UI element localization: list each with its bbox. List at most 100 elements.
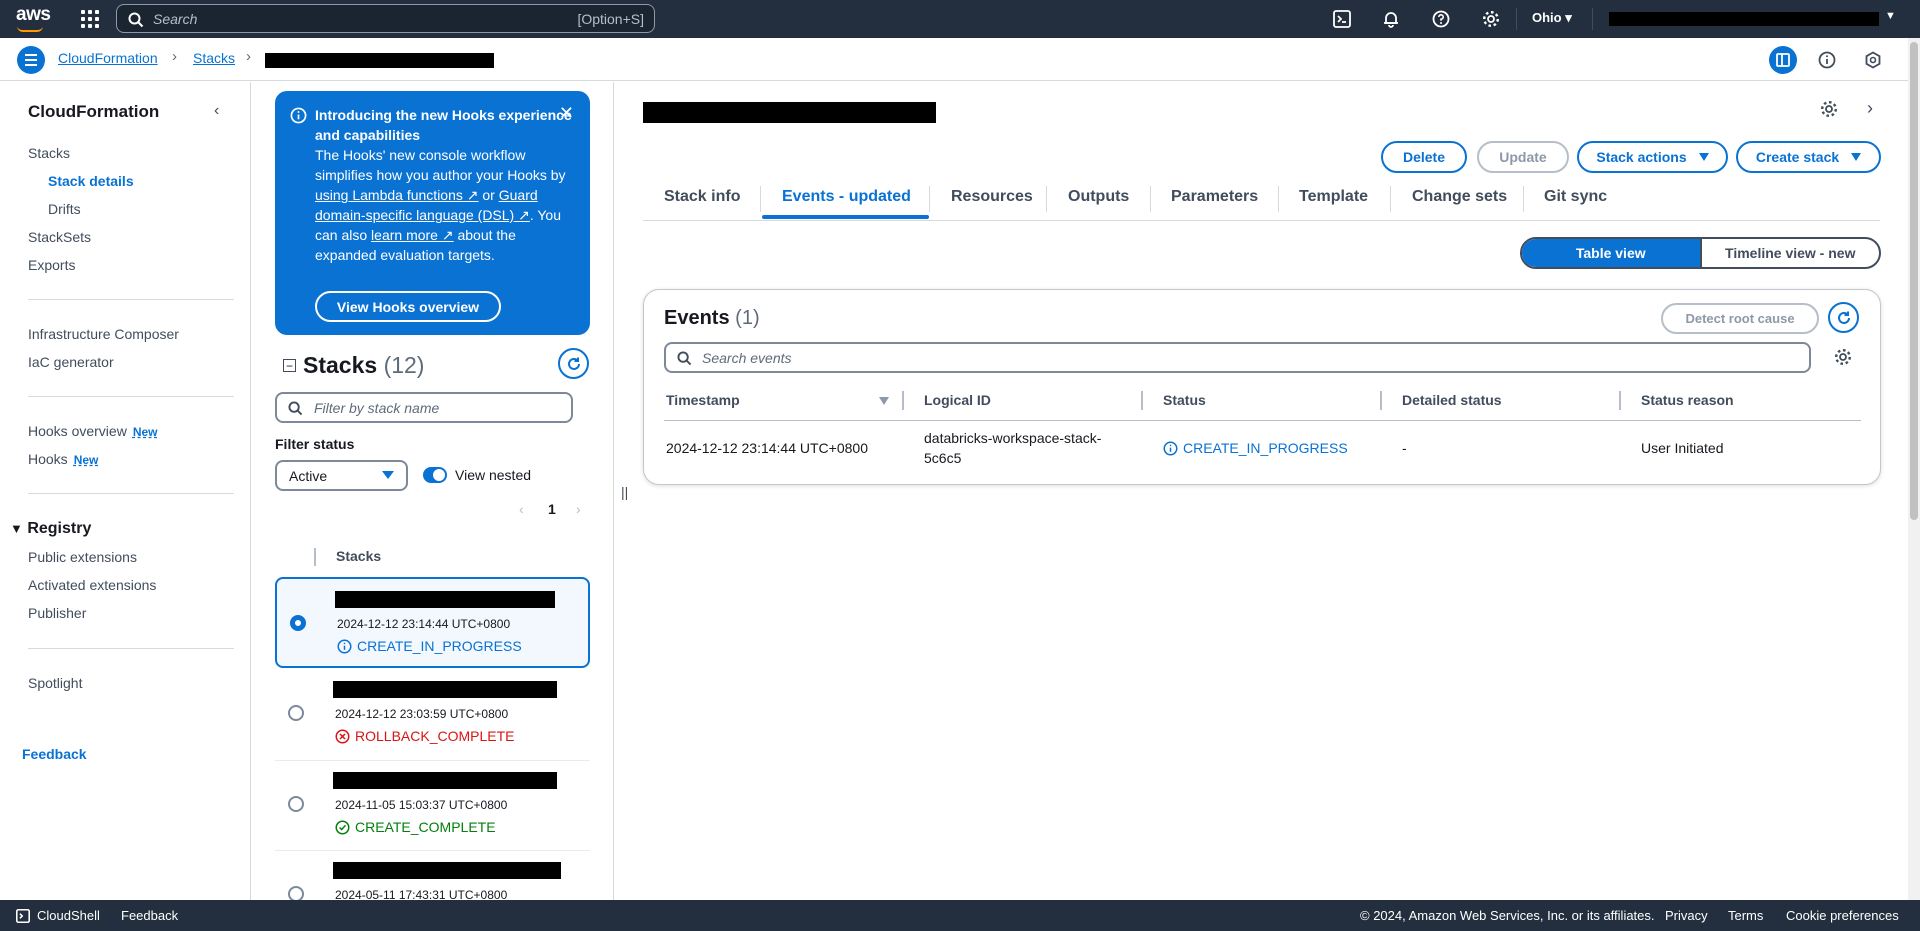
prev-page-icon[interactable]: ‹ xyxy=(519,501,524,517)
stack-row[interactable]: 2024-05-11 17:43:31 UTC+0800 xyxy=(275,851,590,900)
tab-events[interactable]: Events - updated xyxy=(782,188,911,206)
update-button[interactable]: Update xyxy=(1477,141,1569,173)
chevron-right-icon: › xyxy=(172,48,177,65)
stack-name-redacted xyxy=(333,772,557,789)
hamburger-menu-icon[interactable] xyxy=(17,46,45,74)
collapse-stacks-icon[interactable]: − xyxy=(283,359,296,372)
nav-section-registry[interactable]: ▼ Registry xyxy=(10,520,91,538)
view-nested-toggle[interactable] xyxy=(423,467,447,483)
breadcrumb-cloudformation[interactable]: CloudFormation xyxy=(58,50,158,66)
hexagon-assistant-icon[interactable] xyxy=(1861,48,1885,72)
nav-item-iac-generator[interactable]: IaC generator xyxy=(28,354,114,370)
footer-cloudshell[interactable]: CloudShell xyxy=(37,908,100,923)
nav-item-activated-extensions[interactable]: Activated extensions xyxy=(28,577,156,593)
tab-git-sync[interactable]: Git sync xyxy=(1544,188,1607,206)
flash-title: Introducing the new Hooks experience and… xyxy=(315,107,572,143)
next-page-icon[interactable]: › xyxy=(576,501,581,517)
column-header-status-reason[interactable]: Status reason xyxy=(1641,392,1734,408)
account-menu-redacted[interactable] xyxy=(1609,12,1879,26)
nav-item-hooks[interactable]: Hooks New xyxy=(28,451,98,467)
footer-feedback[interactable]: Feedback xyxy=(121,908,178,923)
aws-logo[interactable]: aws xyxy=(16,4,51,32)
nav-item-stacksets[interactable]: StackSets xyxy=(28,229,91,245)
table-view-button[interactable]: Table view xyxy=(1522,239,1702,267)
event-detailed-status: - xyxy=(1402,440,1407,456)
help-icon[interactable] xyxy=(1430,8,1452,30)
active-tab-indicator xyxy=(762,215,929,219)
table-settings-gear-icon[interactable] xyxy=(1834,348,1852,369)
feedback-link[interactable]: Feedback xyxy=(22,746,87,762)
account-caret-icon[interactable]: ▼ xyxy=(1885,10,1896,22)
global-search-input[interactable]: Search [Option+S] xyxy=(116,4,655,33)
cloudshell-icon[interactable] xyxy=(1331,8,1353,30)
filter-status-select[interactable]: Active xyxy=(275,460,408,491)
nav-item-spotlight[interactable]: Spotlight xyxy=(28,675,82,691)
split-panel-icon[interactable] xyxy=(1769,46,1797,74)
delete-button[interactable]: Delete xyxy=(1381,141,1467,173)
stack-radio[interactable] xyxy=(288,796,304,812)
nav-item-exports[interactable]: Exports xyxy=(28,257,75,273)
footer-privacy[interactable]: Privacy xyxy=(1665,908,1708,923)
tab-parameters[interactable]: Parameters xyxy=(1171,188,1258,206)
stack-actions-button[interactable]: Stack actions xyxy=(1577,141,1728,173)
stack-row[interactable]: 2024-12-12 23:14:44 UTC+0800 CREATE_IN_P… xyxy=(275,577,590,668)
page-number[interactable]: 1 xyxy=(548,501,556,517)
stack-filter-input[interactable]: Filter by stack name xyxy=(275,392,573,423)
stack-name-redacted xyxy=(335,591,555,608)
settings-gear-icon[interactable] xyxy=(1480,8,1502,30)
new-badge: New xyxy=(73,453,99,467)
breadcrumb-stacks[interactable]: Stacks xyxy=(193,50,235,66)
tab-resources[interactable]: Resources xyxy=(951,188,1033,206)
stack-status: CREATE_IN_PROGRESS xyxy=(337,638,522,654)
nav-item-infrastructure-composer[interactable]: Infrastructure Composer xyxy=(28,326,179,342)
sort-descending-icon[interactable] xyxy=(879,397,889,405)
collapse-nav-icon[interactable]: ‹ xyxy=(214,102,219,120)
settings-gear-icon[interactable] xyxy=(1820,100,1838,121)
services-grid-icon[interactable] xyxy=(81,10,99,28)
nav-divider xyxy=(28,396,234,397)
tab-stack-info[interactable]: Stack info xyxy=(664,188,740,206)
view-hooks-overview-button[interactable]: View Hooks overview xyxy=(315,291,501,322)
column-header-timestamp[interactable]: Timestamp xyxy=(666,392,740,408)
nav-item-public-extensions[interactable]: Public extensions xyxy=(28,549,137,565)
stack-radio[interactable] xyxy=(290,615,306,631)
stack-row[interactable]: 2024-11-05 15:03:37 UTC+0800 CREATE_COMP… xyxy=(275,761,590,852)
close-icon[interactable]: ✕ xyxy=(559,103,574,123)
tab-template[interactable]: Template xyxy=(1299,188,1368,206)
nav-item-drifts[interactable]: Drifts xyxy=(48,201,81,217)
refresh-stacks-button[interactable] xyxy=(558,348,589,379)
timeline-view-button[interactable]: Timeline view - new xyxy=(1702,239,1880,267)
chevron-right-icon[interactable]: › xyxy=(1867,98,1873,119)
nav-item-stack-details[interactable]: Stack details xyxy=(48,173,134,189)
nav-item-hooks-overview[interactable]: Hooks overview New xyxy=(28,423,158,439)
stack-status: ROLLBACK_COMPLETE xyxy=(335,728,515,744)
tab-change-sets[interactable]: Change sets xyxy=(1412,188,1507,206)
nav-item-stacks[interactable]: Stacks xyxy=(28,145,70,161)
column-header-detailed-status[interactable]: Detailed status xyxy=(1402,392,1502,408)
info-panel-icon[interactable] xyxy=(1815,48,1839,72)
info-icon xyxy=(290,107,307,124)
detect-root-cause-button[interactable]: Detect root cause xyxy=(1661,303,1819,334)
region-selector[interactable]: Ohio ▾ xyxy=(1532,10,1572,26)
events-search-input[interactable]: Search events xyxy=(664,342,1811,373)
column-header-logical-id[interactable]: Logical ID xyxy=(924,392,991,408)
page-scrollbar[interactable] xyxy=(1908,38,1920,900)
nav-item-publisher[interactable]: Publisher xyxy=(28,605,86,621)
bell-icon[interactable] xyxy=(1380,8,1402,30)
cloudshell-icon[interactable] xyxy=(16,909,30,926)
refresh-icon xyxy=(567,357,580,370)
learn-more-link[interactable]: learn more ↗ xyxy=(371,227,454,243)
stack-radio[interactable] xyxy=(288,886,304,900)
panel-resize-handle-icon[interactable]: || xyxy=(621,484,628,500)
create-stack-button[interactable]: Create stack xyxy=(1736,141,1881,173)
lambda-link[interactable]: using Lambda functions ↗ xyxy=(315,187,479,203)
refresh-events-button[interactable] xyxy=(1828,302,1859,333)
column-header-status[interactable]: Status xyxy=(1163,392,1206,408)
stack-radio[interactable] xyxy=(288,705,304,721)
stack-row[interactable]: 2024-12-12 23:03:59 UTC+0800 ROLLBACK_CO… xyxy=(275,670,590,761)
nav-title[interactable]: CloudFormation xyxy=(28,102,159,122)
tab-outputs[interactable]: Outputs xyxy=(1068,188,1129,206)
footer-cookie-preferences[interactable]: Cookie preferences xyxy=(1786,908,1899,923)
footer-terms[interactable]: Terms xyxy=(1728,908,1763,923)
success-check-icon xyxy=(335,820,350,834)
